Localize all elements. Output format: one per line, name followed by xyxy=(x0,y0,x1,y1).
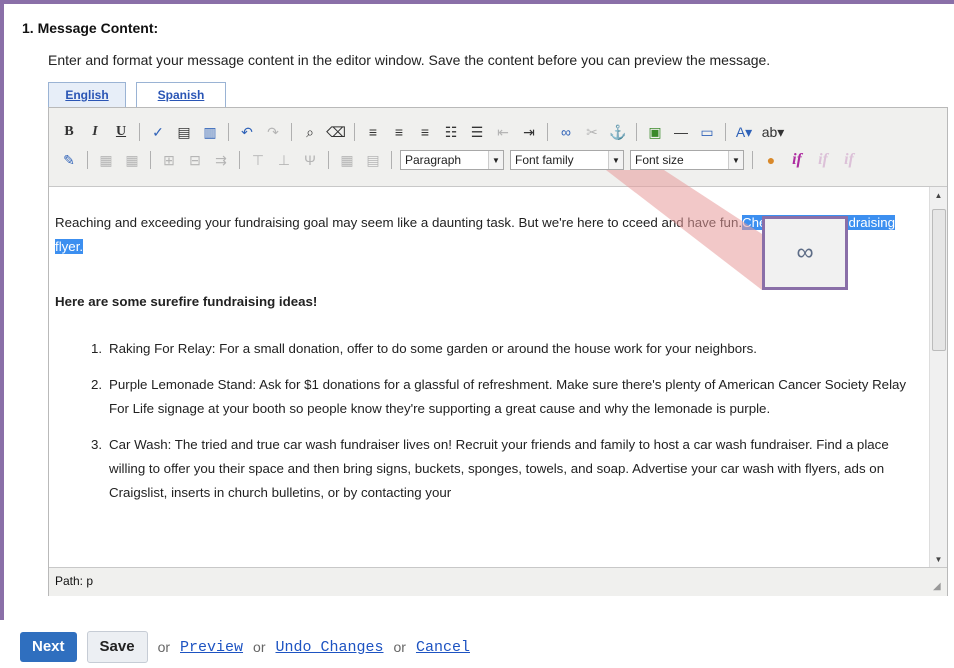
form-actions: Next Save or Preview or Undo Changes or … xyxy=(20,631,470,663)
undo-changes-link[interactable]: Undo Changes xyxy=(275,639,383,656)
zoom-callout: ∞ xyxy=(762,216,848,290)
save-button[interactable]: Save xyxy=(86,631,148,663)
cancel-link[interactable]: Cancel xyxy=(416,639,470,656)
or-text: or xyxy=(157,639,171,655)
zoom-callout-wedge xyxy=(606,170,848,290)
or-text: or xyxy=(253,639,266,655)
link-icon: ∞ xyxy=(796,239,814,266)
next-button[interactable]: Next xyxy=(20,632,77,662)
or-text: or xyxy=(393,639,406,655)
preview-link[interactable]: Preview xyxy=(180,639,243,656)
